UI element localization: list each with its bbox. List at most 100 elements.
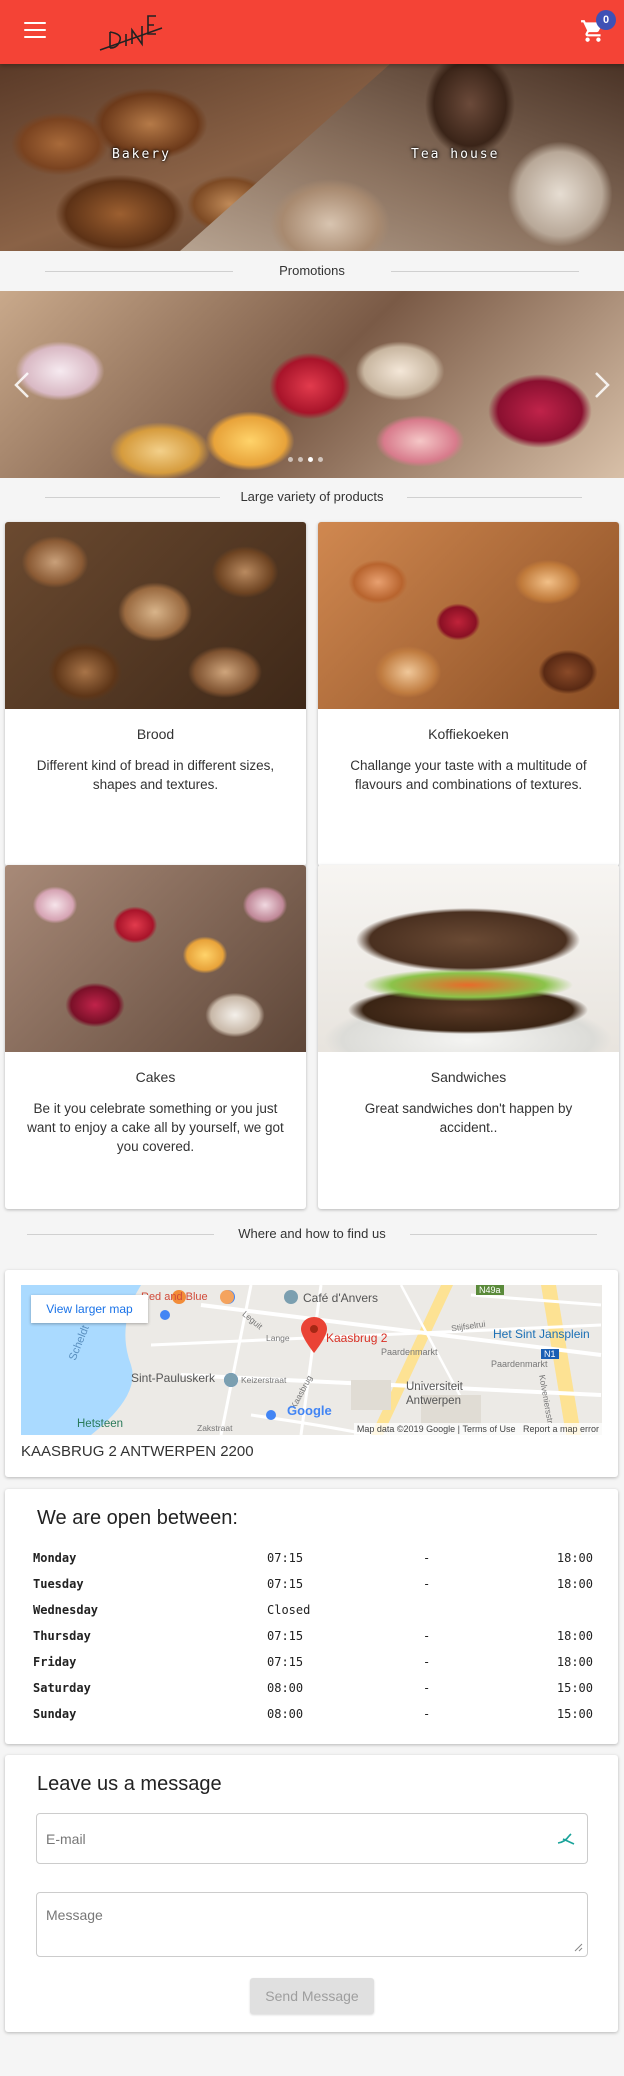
map-label: Sint-Pauluskerk xyxy=(131,1371,216,1385)
hours-open: 07:15 xyxy=(267,1551,304,1565)
product-title: Sandwiches xyxy=(430,1069,507,1085)
hours-day: Thursday xyxy=(33,1629,91,1643)
product-title: Koffiekoeken xyxy=(428,726,509,742)
hours-open: 07:15 xyxy=(267,1577,304,1591)
hours-close: 15:00 xyxy=(556,1681,593,1695)
hours-dash: - xyxy=(423,1629,431,1643)
bakery-label: Bakery xyxy=(112,147,171,162)
chevron-right-icon[interactable] xyxy=(590,371,614,399)
map-label: Paardenmarkt xyxy=(491,1359,548,1369)
products-heading-text: Large variety of products xyxy=(240,489,384,504)
promotions-carousel[interactable] xyxy=(0,291,624,478)
password-manager-icon[interactable] xyxy=(557,1832,575,1846)
hours-close: 18:00 xyxy=(556,1629,593,1643)
dine-logo[interactable] xyxy=(96,8,166,56)
hours-day: Saturday xyxy=(33,1681,91,1695)
hours-dash: - xyxy=(423,1577,431,1591)
email-field-wrapper xyxy=(36,1813,588,1864)
email-field[interactable] xyxy=(46,1814,546,1863)
product-card-cakes[interactable]: Cakes Be it you celebrate something or y… xyxy=(5,865,306,1209)
product-card-koffiekoeken[interactable]: Koffiekoeken Challange your taste with a… xyxy=(318,522,619,866)
map-label: Paardenmarkt xyxy=(381,1347,438,1357)
hours-day: Friday xyxy=(33,1655,77,1669)
promotions-heading-text: Promotions xyxy=(279,263,345,278)
hours-day: Monday xyxy=(33,1551,77,1565)
hamburger-menu-icon[interactable] xyxy=(24,22,46,40)
chevron-left-icon[interactable] xyxy=(10,371,34,399)
product-title: Cakes xyxy=(135,1069,176,1085)
message-field-wrapper xyxy=(36,1892,588,1967)
carousel-dot[interactable] xyxy=(288,457,293,462)
koffiekoeken-image xyxy=(318,522,619,709)
hours-row: Saturday 08:00 - 15:00 xyxy=(33,1681,593,1701)
hours-row: Tuesday 07:15 - 18:00 xyxy=(33,1577,593,1597)
hours-row: Sunday 08:00 - 15:00 xyxy=(33,1707,593,1727)
hours-close: 18:00 xyxy=(556,1551,593,1565)
map-marker-label: Kaasbrug 2 xyxy=(326,1331,388,1345)
location-heading: Where and how to find us xyxy=(0,1224,624,1244)
hours-row: Friday 07:15 - 18:00 xyxy=(33,1655,593,1675)
hours-open: 07:15 xyxy=(267,1655,304,1669)
hours-row: Thursday 07:15 - 18:00 xyxy=(33,1629,593,1649)
hours-close: 18:00 xyxy=(556,1577,593,1591)
map-label: Hetsteen xyxy=(77,1418,124,1430)
hero-banner: Bakery Tea house xyxy=(0,64,624,251)
carousel-indicators xyxy=(288,449,336,462)
map-label: Café d'Anvers xyxy=(303,1291,378,1305)
address-text: KAASBRUG 2 ANTWERPEN 2200 xyxy=(21,1443,254,1460)
resize-handle-icon[interactable] xyxy=(574,1943,583,1952)
message-field[interactable] xyxy=(46,1907,576,1967)
brood-image xyxy=(5,522,306,709)
hours-dash: - xyxy=(423,1707,431,1721)
location-heading-text: Where and how to find us xyxy=(238,1226,386,1241)
product-card-brood[interactable]: Brood Different kind of bread in differe… xyxy=(5,522,306,866)
contact-form-title: Leave us a message xyxy=(37,1773,222,1795)
google-logo[interactable]: Google xyxy=(287,1403,332,1418)
product-description: Great sandwiches don't happen by acciden… xyxy=(364,1101,573,1135)
view-larger-map-link[interactable]: View larger map xyxy=(31,1295,148,1323)
app-header: 0 xyxy=(0,0,624,64)
cakes-image xyxy=(5,865,306,1052)
map-label: Universiteit xyxy=(406,1381,463,1393)
terms-link[interactable]: Terms of Use xyxy=(462,1424,515,1434)
promotions-heading: Promotions xyxy=(0,261,624,281)
map-label: Keizerstraat xyxy=(241,1375,287,1385)
contact-form-card: Leave us a message Send Message xyxy=(5,1755,618,2032)
hours-dash: - xyxy=(423,1551,431,1565)
hours-open: 07:15 xyxy=(267,1629,304,1643)
hours-day: Tuesday xyxy=(33,1577,84,1591)
hours-day: Wednesday xyxy=(33,1603,99,1617)
map-label: Zakstraat xyxy=(197,1423,233,1433)
map-label: Het Sint Jansplein xyxy=(493,1327,590,1341)
map-card: Red and Blue Café d'Anvers Het Sint Jans… xyxy=(5,1270,618,1477)
report-map-error-link[interactable]: Report a map error xyxy=(523,1424,599,1434)
map-attribution: Map data ©2019 Google | Terms of Use Rep… xyxy=(353,1423,602,1435)
hours-close: 18:00 xyxy=(556,1655,593,1669)
map-label: Antwerpen xyxy=(406,1395,461,1407)
product-title: Brood xyxy=(136,726,175,742)
map-data-text: Map data ©2019 Google xyxy=(356,1424,456,1434)
hours-dash: - xyxy=(423,1655,431,1669)
map-label: Red and Blue xyxy=(141,1291,208,1303)
opening-hours-title: We are open between: xyxy=(37,1507,238,1529)
google-map[interactable]: Red and Blue Café d'Anvers Het Sint Jans… xyxy=(21,1285,602,1435)
carousel-dot[interactable] xyxy=(318,457,323,462)
sandwiches-image xyxy=(318,865,619,1052)
map-label: N49a xyxy=(476,1285,504,1295)
product-card-sandwiches[interactable]: Sandwiches Great sandwiches don't happen… xyxy=(318,865,619,1209)
hours-close: 15:00 xyxy=(556,1707,593,1721)
carousel-dot[interactable] xyxy=(308,457,313,462)
hours-dash: - xyxy=(423,1681,431,1695)
products-heading: Large variety of products xyxy=(0,487,624,507)
product-description: Challange your taste with a multitude of… xyxy=(350,758,587,792)
hours-open: 08:00 xyxy=(267,1681,304,1695)
send-message-button[interactable]: Send Message xyxy=(250,1978,374,2014)
hours-open: 08:00 xyxy=(267,1707,304,1721)
tea-house-label: Tea house xyxy=(411,147,500,162)
map-label: Lange xyxy=(266,1333,290,1343)
product-description: Different kind of bread in different siz… xyxy=(36,758,275,792)
product-description: Be it you celebrate something or you jus… xyxy=(27,1101,284,1154)
carousel-dot[interactable] xyxy=(298,457,303,462)
map-label: N1 xyxy=(541,1349,559,1359)
hours-day: Sunday xyxy=(33,1707,77,1721)
